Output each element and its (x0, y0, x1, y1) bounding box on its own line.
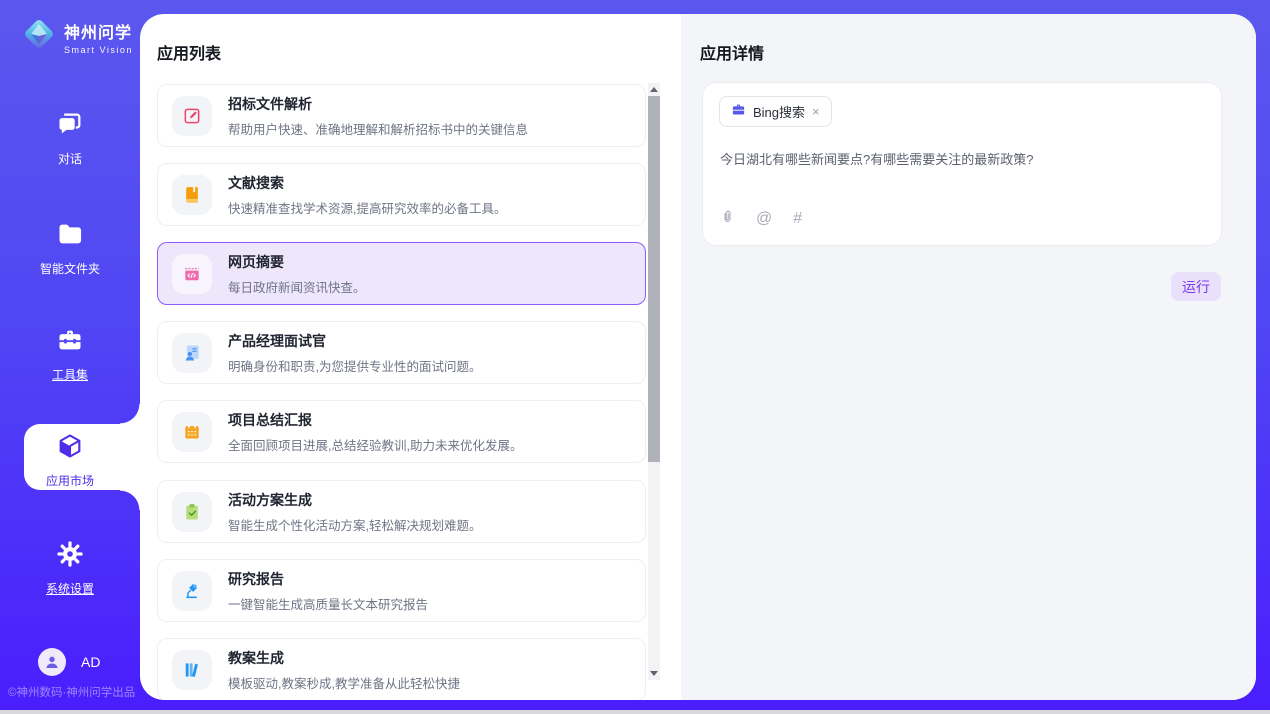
scroll-up-button[interactable] (648, 83, 660, 96)
content-panel: 应用列表 招标文件解析 帮助用户快速、准确地理解和解析招标书中的关键信息 文献搜… (140, 14, 1256, 700)
app-title: 研究报告 (228, 569, 428, 589)
clipboard-check-icon (172, 492, 212, 532)
sidebar-item-smart-folders[interactable]: 智能文件夹 (0, 220, 140, 277)
app-title: 文献搜索 (228, 173, 506, 193)
list-item-pm-interviewer[interactable]: 产品经理面试官 明确身份和职责,为您提供专业性的面试问题。 (157, 321, 646, 384)
mention-icon[interactable]: @ (756, 211, 772, 227)
gear-icon (56, 540, 84, 573)
briefcase-icon (56, 326, 84, 359)
brand: 神州问学 Smart Vision (20, 15, 133, 58)
microscope-icon (172, 571, 212, 611)
copyright: ©神州数码·神州问学出品 (8, 684, 135, 700)
app-title: 招标文件解析 (228, 94, 528, 114)
folder-icon (56, 220, 84, 253)
brand-name: 神州问学 (64, 19, 133, 43)
interviewer-icon (172, 333, 212, 373)
calendar-icon (172, 412, 212, 452)
chat-icon (56, 110, 84, 143)
list-item-lesson-plan[interactable]: 教案生成 模板驱动,教案秒成,教学准备从此轻松快捷 (157, 638, 646, 700)
window-bottom-edge (0, 710, 1270, 714)
attachment-icon[interactable] (720, 208, 735, 229)
sidebar-item-label: 智能文件夹 (40, 260, 100, 277)
list-item-web-summary[interactable]: 网页摘要 每日政府新闻资讯快查。 (157, 242, 646, 305)
book-icon (172, 175, 212, 215)
app-desc: 模板驱动,教案秒成,教学准备从此轻松快捷 (228, 673, 460, 692)
list-item-event-plan[interactable]: 活动方案生成 智能生成个性化活动方案,轻松解决规划难题。 (157, 480, 646, 543)
app-title: 活动方案生成 (228, 490, 481, 510)
list-scrollbar[interactable] (648, 83, 660, 680)
triangle-down-icon (650, 671, 658, 676)
app-desc: 明确身份和职责,为您提供专业性的面试问题。 (228, 356, 481, 375)
sidebar-item-label: 应用市场 (46, 472, 94, 489)
cube-icon (56, 432, 84, 465)
triangle-up-icon (650, 87, 658, 92)
tool-chip-bing-search[interactable]: Bing搜索 × (719, 96, 832, 127)
app-title: 产品经理面试官 (228, 331, 481, 351)
app-desc: 全面回顾项目进展,总结经验教训,助力未来优化发展。 (228, 435, 522, 454)
remove-chip-icon[interactable]: × (812, 104, 820, 119)
edit-square-icon (172, 96, 212, 136)
tool-chip-label: Bing搜索 (753, 102, 805, 121)
list-item-research-report[interactable]: 研究报告 一键智能生成高质量长文本研究报告 (157, 559, 646, 622)
app-desc: 快速精准查找学术资源,提高研究效率的必备工具。 (228, 198, 506, 217)
user-name: AD (81, 654, 100, 670)
app-desc: 一键智能生成高质量长文本研究报告 (228, 594, 428, 613)
briefcase-icon (731, 102, 746, 122)
app-title: 项目总结汇报 (228, 410, 522, 430)
app-desc: 智能生成个性化活动方案,轻松解决规划难题。 (228, 515, 481, 534)
query-input[interactable]: 今日湖北有哪些新闻要点?有哪些需要关注的最新政策? (720, 149, 1205, 168)
prompt-card[interactable]: Bing搜索 × 今日湖北有哪些新闻要点?有哪些需要关注的最新政策? @ # (702, 82, 1222, 246)
sidebar-item-app-market[interactable]: 应用市场 (0, 432, 140, 489)
sidebar-item-label: 工具集 (52, 366, 88, 383)
sidebar-item-chat[interactable]: 对话 (0, 110, 140, 167)
scroll-down-button[interactable] (648, 667, 660, 680)
list-item-bid-parse[interactable]: 招标文件解析 帮助用户快速、准确地理解和解析招标书中的关键信息 (157, 84, 646, 147)
sidebar-item-toolset[interactable]: 工具集 (0, 326, 140, 383)
sidebar-item-label: 对话 (58, 150, 82, 167)
run-button[interactable]: 运行 (1171, 272, 1221, 301)
logo-diamond-icon (20, 15, 58, 58)
app-desc: 帮助用户快速、准确地理解和解析招标书中的关键信息 (228, 119, 528, 138)
list-item-literature-search[interactable]: 文献搜索 快速精准查找学术资源,提高研究效率的必备工具。 (157, 163, 646, 226)
app-details-section: 应用详情 Bing搜索 × 今日湖北有哪些新闻要点?有哪些需要关注的最新政策? (681, 14, 1256, 700)
scrollbar-thumb[interactable] (648, 96, 660, 462)
app-title: 教案生成 (228, 648, 460, 668)
sidebar-item-settings[interactable]: 系统设置 (0, 540, 140, 597)
list-item-project-summary[interactable]: 项目总结汇报 全面回顾项目进展,总结经验教训,助力未来优化发展。 (157, 400, 646, 463)
app-list-title: 应用列表 (157, 40, 221, 64)
sidebar: 神州问学 Smart Vision 对话 智能文件夹 (0, 0, 140, 714)
books-icon (172, 650, 212, 690)
app-desc: 每日政府新闻资讯快查。 (228, 277, 366, 296)
avatar[interactable] (38, 648, 66, 676)
topic-hash-icon[interactable]: # (793, 211, 802, 227)
app-title: 网页摘要 (228, 252, 366, 272)
app-details-title: 应用详情 (700, 40, 764, 64)
sidebar-item-label: 系统设置 (46, 580, 94, 597)
user-row[interactable]: AD (38, 648, 100, 676)
browser-code-icon (172, 254, 212, 294)
brand-subtitle: Smart Vision (64, 45, 133, 55)
